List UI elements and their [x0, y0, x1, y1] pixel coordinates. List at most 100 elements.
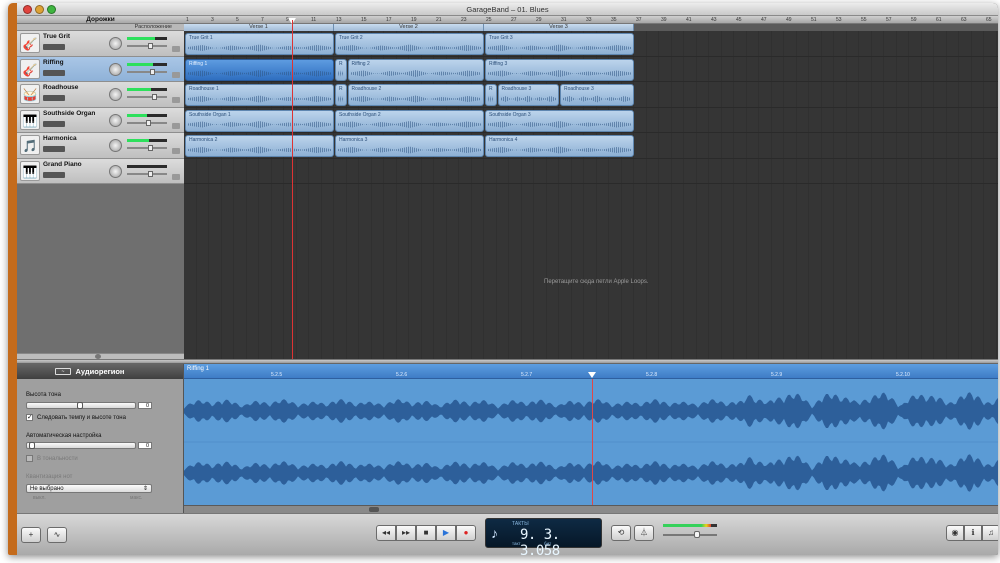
track-header[interactable]: 🎹 Grand Piano: [17, 158, 184, 184]
editor-playhead-handle[interactable]: [588, 372, 596, 378]
track-name[interactable]: True Grit: [43, 33, 70, 40]
stop-button[interactable]: ■: [416, 525, 436, 541]
audio-region[interactable]: Riffing 2: [347, 58, 484, 81]
track-mute-solo-buttons[interactable]: [43, 95, 65, 101]
audio-region[interactable]: Riffing 1: [185, 58, 334, 81]
track-name[interactable]: Roadhouse: [43, 84, 78, 91]
waveform-editor[interactable]: Riffing 1 5.2.5 5.2.6 5.2.7 5.2.8 5.2.9 5.2.1…: [184, 364, 998, 513]
track-header[interactable]: 🎸 Riffing: [17, 56, 184, 82]
timeline-ruler[interactable]: 1 3 5 7 9 11 13 15 17 19 21 23 25 27 29 31 33 35 37 39 41 43 4…: [184, 16, 998, 24]
lcd-display[interactable]: ♪ ТАКТЫ 9. 3. 3.058 такт бит: [485, 518, 602, 555]
loop-browser-button[interactable]: ◉: [946, 525, 964, 541]
audio-region[interactable]: Harmonica 3: [335, 135, 484, 157]
rewind-button[interactable]: ◂◂: [376, 525, 396, 541]
audio-region[interactable]: True Grit 1: [185, 33, 334, 55]
track-expand-button[interactable]: [172, 122, 180, 129]
audio-region[interactable]: Roadhouse 1: [185, 84, 334, 106]
track-lane[interactable]: Roadhouse 1 R Roadhouse 2 R Roadhouse 3 Roadh…: [184, 82, 998, 108]
track-volume-slider[interactable]: [127, 170, 167, 177]
pan-knob[interactable]: [109, 139, 122, 152]
add-track-button[interactable]: +: [21, 527, 41, 543]
track-volume-slider[interactable]: [127, 94, 167, 100]
track-name[interactable]: Grand Piano: [43, 161, 82, 168]
track-lane[interactable]: [184, 159, 998, 184]
track-name[interactable]: Riffing: [43, 59, 64, 66]
track-expand-button[interactable]: [172, 148, 180, 154]
audio-region[interactable]: Southside Organ 3: [485, 109, 634, 132]
audio-region[interactable]: R: [485, 84, 497, 106]
track-lane[interactable]: True Grit 1 True Grit 2 True Grit 3: [184, 31, 998, 57]
arrangement-section[interactable]: Verse 1: [184, 24, 334, 31]
track-header[interactable]: 🎹 Southside Organ: [17, 107, 184, 133]
pan-knob[interactable]: [109, 88, 122, 101]
pan-knob[interactable]: [109, 164, 122, 178]
minimize-window-button[interactable]: [35, 5, 44, 14]
track-name[interactable]: Southside Organ: [43, 110, 95, 117]
region-name: Riffing 2: [351, 60, 370, 67]
pan-knob[interactable]: [109, 62, 122, 76]
track-volume-slider[interactable]: [127, 43, 167, 49]
quantize-select[interactable]: Не выбрано ⇕: [26, 484, 152, 493]
close-window-button[interactable]: [23, 5, 32, 14]
pan-knob[interactable]: [109, 113, 122, 127]
pan-knob[interactable]: [109, 37, 122, 50]
master-volume-slider[interactable]: [663, 531, 717, 538]
play-button[interactable]: ▶: [436, 525, 456, 541]
track-volume-slider[interactable]: [127, 68, 167, 75]
audio-region[interactable]: True Grit 2: [335, 33, 484, 55]
track-mute-solo-buttons[interactable]: [43, 44, 65, 50]
track-volume-slider[interactable]: [127, 145, 167, 151]
media-browser-button[interactable]: ♫: [982, 525, 998, 541]
track-mute-solo-buttons[interactable]: [43, 146, 65, 152]
audio-waveform[interactable]: [184, 380, 998, 504]
audio-region[interactable]: Harmonica 2: [185, 135, 334, 157]
pitch-slider[interactable]: [26, 402, 136, 409]
title-bar: GarageBand – 01. Blues: [17, 3, 998, 16]
track-volume-slider[interactable]: [127, 119, 167, 126]
audio-region[interactable]: Southside Organ 1: [185, 109, 334, 132]
arrangement-section[interactable]: Verse 3: [484, 24, 634, 31]
fast-forward-button[interactable]: ▸▸: [396, 525, 416, 541]
audio-region[interactable]: Roadhouse 2: [347, 84, 484, 106]
track-header[interactable]: 🥁 Roadhouse: [17, 82, 184, 108]
track-header[interactable]: 🎵 Harmonica: [17, 133, 184, 159]
zoom-window-button[interactable]: [47, 5, 56, 14]
auto-tune-value[interactable]: 0: [138, 442, 152, 449]
record-button[interactable]: ●: [456, 525, 476, 541]
track-lane[interactable]: Harmonica 2 Harmonica 3 Harmonica 4: [184, 133, 998, 159]
follow-tempo-checkbox[interactable]: ✓: [26, 414, 33, 421]
audio-region[interactable]: R: [335, 84, 347, 106]
track-lane[interactable]: Riffing 1 R Riffing 2 Riffing 3: [184, 57, 998, 82]
audio-region[interactable]: True Grit 3: [485, 33, 634, 55]
ruler-number: 5: [236, 17, 239, 23]
track-expand-button[interactable]: [172, 71, 180, 78]
audio-region[interactable]: Roadhouse 3: [560, 84, 634, 106]
audio-region[interactable]: Harmonica 4: [485, 135, 634, 157]
channel-waveform: [184, 392, 998, 430]
audio-region[interactable]: Southside Organ 2: [335, 109, 484, 132]
track-mute-solo-buttons[interactable]: [43, 171, 65, 178]
ruler-number: 53: [836, 17, 842, 23]
track-mute-solo-buttons[interactable]: [43, 69, 65, 76]
arrangement-section[interactable]: Verse 2: [334, 24, 484, 31]
pitch-value[interactable]: 0: [138, 402, 152, 409]
cycle-button[interactable]: ⟲: [611, 525, 631, 541]
editor-toggle-button[interactable]: ∿: [47, 527, 67, 543]
track-header[interactable]: 🎸 True Grit: [17, 31, 184, 57]
info-button[interactable]: ℹ: [964, 525, 982, 541]
editor-scrollbar[interactable]: [184, 505, 998, 513]
track-expand-button[interactable]: [172, 173, 180, 180]
in-key-checkbox[interactable]: [26, 455, 33, 462]
track-expand-button[interactable]: [172, 97, 180, 103]
audio-region[interactable]: Riffing 3: [485, 58, 634, 81]
metronome-button[interactable]: ⏃: [634, 525, 654, 541]
region-name: Riffing 1: [189, 60, 208, 67]
audio-region[interactable]: R: [335, 58, 347, 81]
audio-region[interactable]: Roadhouse 3: [497, 84, 559, 106]
region-waveform: [338, 146, 481, 154]
track-lane[interactable]: Southside Organ 1 Southside Organ 2 Souths…: [184, 108, 998, 133]
track-mute-solo-buttons[interactable]: [43, 120, 65, 127]
auto-tune-slider[interactable]: [26, 442, 136, 449]
track-name[interactable]: Harmonica: [43, 135, 77, 142]
track-expand-button[interactable]: [172, 46, 180, 52]
